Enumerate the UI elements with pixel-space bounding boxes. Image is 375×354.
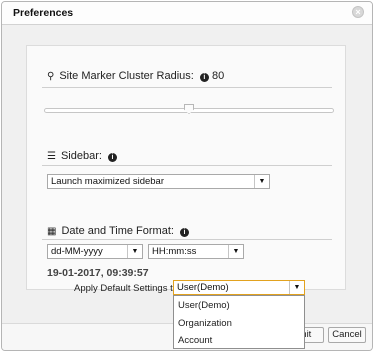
- chevron-down-icon[interactable]: ▼: [254, 175, 269, 188]
- cluster-radius-label-row: ⚲ Site Marker Cluster Radius: i 80: [47, 70, 224, 82]
- datetime-label: Date and Time Format:: [61, 225, 174, 237]
- calendar-icon: ▦: [47, 226, 57, 237]
- info-icon[interactable]: i: [199, 73, 209, 82]
- dropdown-option-organization[interactable]: Organization: [178, 318, 232, 329]
- divider: [42, 87, 332, 88]
- map-marker-icon: ⚲: [47, 71, 55, 82]
- divider: [42, 165, 332, 166]
- dialog-title: Preferences: [13, 7, 74, 19]
- time-format-value: HH:mm:ss: [152, 246, 197, 257]
- sidebar-select-value: Launch maximized sidebar: [51, 176, 165, 187]
- sidebar-label-row: ☰ Sidebar: i: [47, 150, 118, 162]
- dialog-body: ⚲ Site Marker Cluster Radius: i 80 ☰ Sideb…: [2, 25, 372, 325]
- chevron-down-icon[interactable]: ▼: [127, 245, 142, 258]
- apply-defaults-select[interactable]: User(Demo) ▼: [173, 280, 305, 295]
- apply-defaults-label: Apply Default Settings to:: [74, 283, 181, 294]
- time-format-select[interactable]: HH:mm:ss ▼: [148, 244, 244, 259]
- hamburger-menu-icon: ☰: [47, 151, 56, 162]
- cluster-radius-value: 80: [211, 70, 225, 82]
- dropdown-option-user[interactable]: User(Demo): [178, 300, 230, 311]
- info-icon[interactable]: i: [180, 228, 190, 237]
- preferences-dialog: Preferences × ⚲ Site Marker Cluster Radiu…: [1, 1, 373, 351]
- cluster-radius-label: Site Marker Cluster Radius:: [59, 70, 194, 82]
- apply-defaults-value: User(Demo): [177, 282, 229, 293]
- cancel-button[interactable]: Cancel: [328, 327, 366, 343]
- divider: [42, 239, 332, 240]
- sidebar-select[interactable]: Launch maximized sidebar ▼: [47, 174, 270, 189]
- datetime-preview: 19-01-2017, 09:39:57: [47, 267, 149, 279]
- apply-defaults-dropdown: User(Demo) Organization Account: [173, 295, 305, 349]
- settings-panel: ⚲ Site Marker Cluster Radius: i 80 ☰ Sideb…: [26, 45, 346, 290]
- chevron-down-icon[interactable]: ▼: [228, 245, 243, 258]
- datetime-label-row: ▦ Date and Time Format: i: [47, 225, 190, 237]
- sidebar-label: Sidebar:: [60, 150, 102, 162]
- info-icon[interactable]: i: [108, 153, 118, 162]
- date-format-select[interactable]: dd-MM-yyyy ▼: [47, 244, 143, 259]
- dialog-titlebar: Preferences ×: [2, 2, 372, 25]
- close-icon[interactable]: ×: [352, 6, 364, 18]
- dropdown-option-account[interactable]: Account: [178, 335, 212, 346]
- date-format-value: dd-MM-yyyy: [51, 246, 103, 257]
- chevron-down-icon[interactable]: ▼: [289, 281, 304, 294]
